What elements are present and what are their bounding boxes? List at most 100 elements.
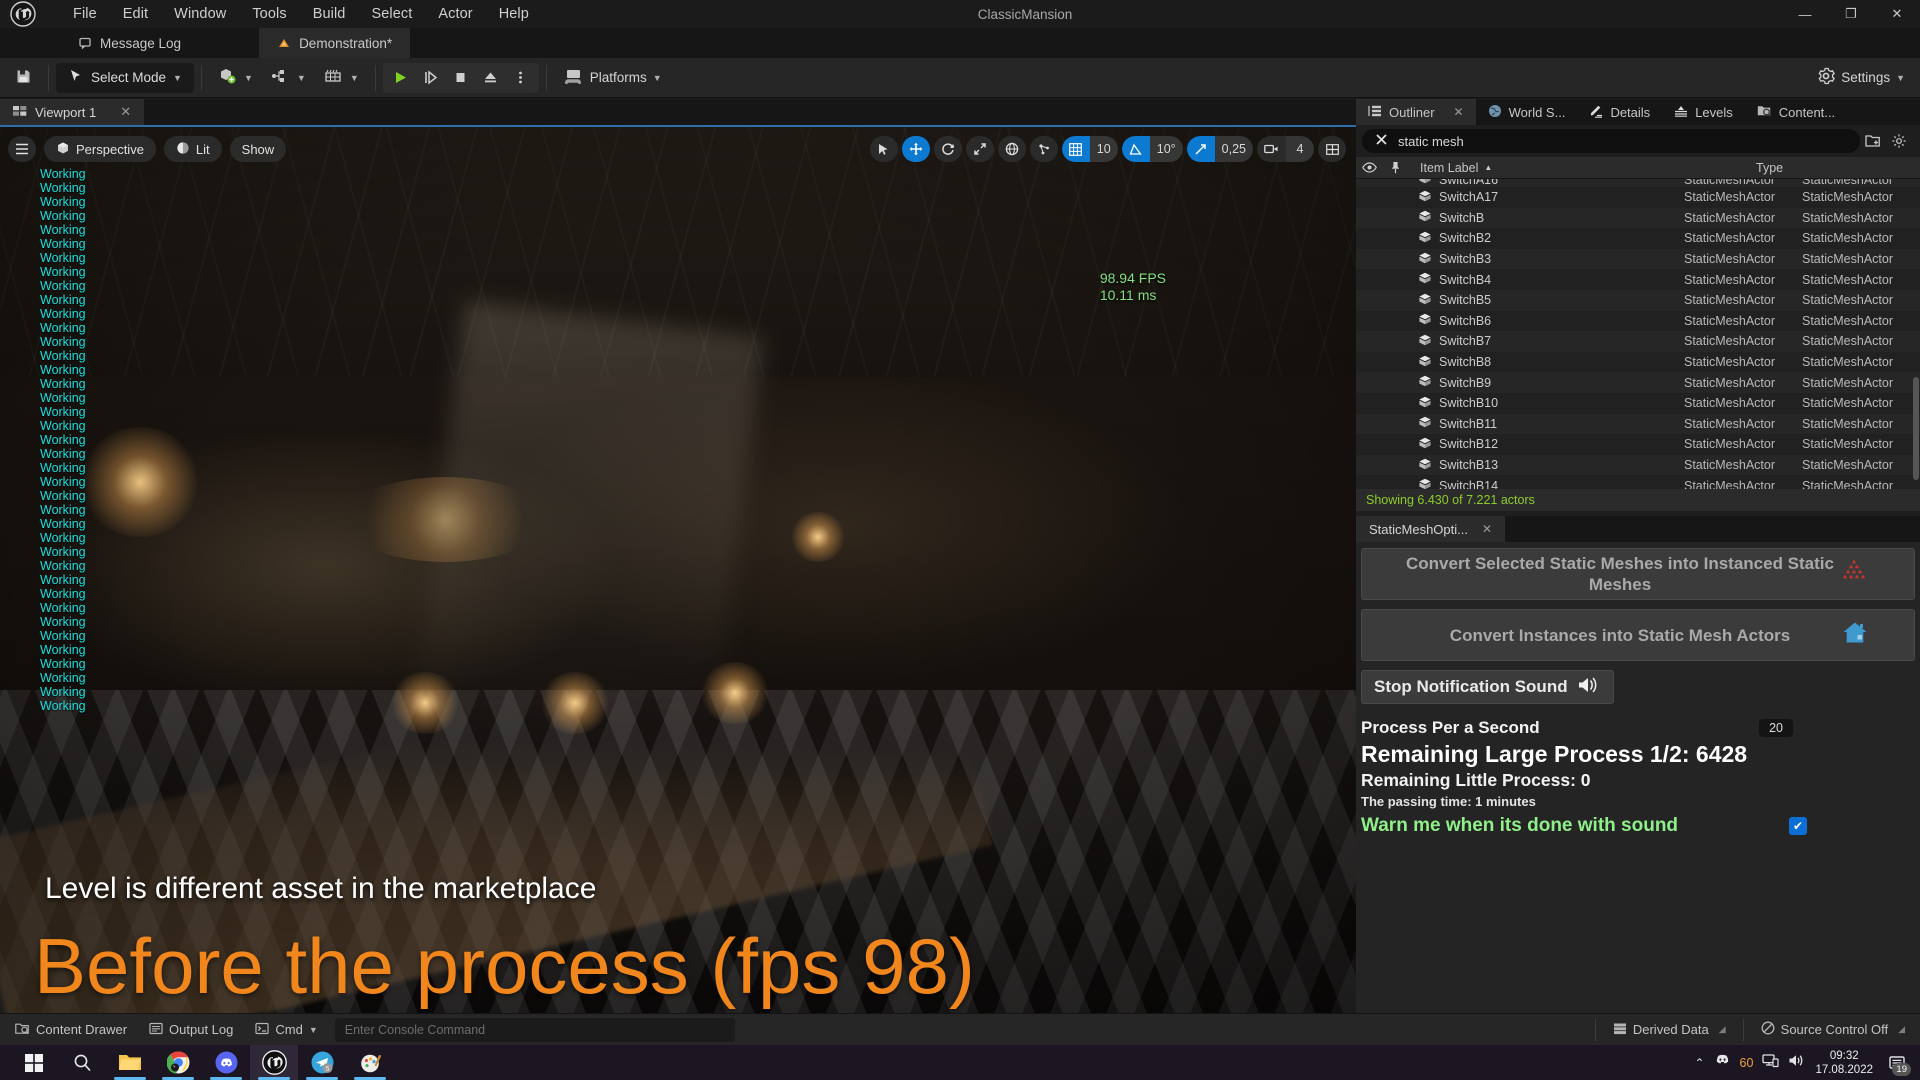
rotate-tool-button[interactable]: [934, 136, 962, 162]
process-per-second-value[interactable]: 20: [1759, 719, 1793, 737]
rotation-snap-value[interactable]: 10°: [1150, 136, 1183, 162]
table-row[interactable]: SwitchB8StaticMeshActorStaticMeshActor: [1356, 352, 1920, 373]
column-type[interactable]: Type: [1752, 161, 1920, 175]
tab-static-mesh-optimizer[interactable]: StaticMeshOpti... ✕: [1356, 516, 1505, 542]
scale-tool-button[interactable]: [966, 136, 994, 162]
close-button[interactable]: ✕: [1874, 0, 1920, 28]
maximize-button[interactable]: ❐: [1828, 0, 1874, 28]
table-row[interactable]: SwitchB11StaticMeshActorStaticMeshActor: [1356, 414, 1920, 435]
search-input[interactable]: static mesh: [1362, 129, 1860, 153]
tray-discord-icon[interactable]: [1714, 1053, 1731, 1072]
minimize-button[interactable]: —: [1782, 0, 1828, 28]
more-options-button[interactable]: [507, 65, 535, 91]
table-row[interactable]: SwitchB10StaticMeshActorStaticMeshActor: [1356, 393, 1920, 414]
play-button[interactable]: [387, 65, 415, 91]
add-actor-button[interactable]: ▼: [209, 63, 262, 93]
save-button[interactable]: [6, 63, 41, 93]
menu-select[interactable]: Select: [358, 3, 425, 25]
settings-button[interactable]: Settings ▼: [1808, 63, 1914, 93]
tab-levels[interactable]: Levels: [1662, 99, 1745, 125]
camera-mode-button[interactable]: Perspective: [44, 136, 156, 162]
menu-actor[interactable]: Actor: [425, 3, 485, 25]
table-row[interactable]: SwitchB9StaticMeshActorStaticMeshActor: [1356, 372, 1920, 393]
warn-sound-checkbox[interactable]: ✔: [1789, 817, 1807, 835]
table-row[interactable]: SwitchB4StaticMeshActorStaticMeshActor: [1356, 269, 1920, 290]
viewport-3d[interactable]: Perspective Lit Show: [0, 125, 1356, 1020]
table-row[interactable]: SwitchBStaticMeshActorStaticMeshActor: [1356, 208, 1920, 229]
pin-icon[interactable]: [1382, 161, 1408, 174]
convert-to-instanced-button[interactable]: Convert Selected Static Meshes into Inst…: [1361, 548, 1915, 600]
derived-data-button[interactable]: Derived Data ◢: [1602, 1017, 1737, 1043]
menu-edit[interactable]: Edit: [110, 3, 161, 25]
camera-speed-icon[interactable]: [1257, 136, 1286, 162]
console-command-input[interactable]: Enter Console Command: [335, 1018, 735, 1042]
tab-message-log[interactable]: Message Log: [60, 28, 199, 58]
menu-file[interactable]: File: [60, 3, 110, 25]
blueprints-button[interactable]: ▼: [262, 63, 315, 93]
world-coords-button[interactable]: [998, 136, 1026, 162]
file-explorer-button[interactable]: [106, 1045, 154, 1080]
outliner-scrollbar[interactable]: [1913, 179, 1919, 489]
close-icon[interactable]: ✕: [1482, 522, 1492, 536]
table-row[interactable]: SwitchB6StaticMeshActorStaticMeshActor: [1356, 311, 1920, 332]
rotation-snap-toggle[interactable]: [1122, 136, 1150, 162]
volume-icon[interactable]: [1788, 1053, 1806, 1073]
platforms-button[interactable]: Platforms ▼: [554, 63, 671, 93]
show-flags-button[interactable]: Show: [230, 136, 287, 162]
table-row[interactable]: SwitchB14StaticMeshActorStaticMeshActor: [1356, 475, 1920, 489]
tab-content-browser[interactable]: Content...: [1745, 99, 1847, 125]
column-item-label[interactable]: Item Label ▲: [1408, 161, 1752, 175]
table-row[interactable]: SwitchB3StaticMeshActorStaticMeshActor: [1356, 249, 1920, 270]
source-control-button[interactable]: Source Control Off ◢: [1750, 1017, 1916, 1043]
lighting-mode-button[interactable]: Lit: [164, 136, 222, 162]
tab-demonstration[interactable]: Demonstration*: [259, 28, 410, 58]
close-icon[interactable]: ✕: [120, 104, 131, 120]
convert-to-actors-button[interactable]: Convert Instances into Static Mesh Actor…: [1361, 609, 1915, 661]
new-folder-button[interactable]: [1860, 129, 1886, 153]
table-row[interactable]: SwitchA16StaticMeshActorStaticMeshActor: [1356, 179, 1920, 187]
menu-help[interactable]: Help: [486, 3, 542, 25]
table-row[interactable]: SwitchB2StaticMeshActorStaticMeshActor: [1356, 228, 1920, 249]
chevron-up-icon[interactable]: ⌃: [1694, 1056, 1704, 1070]
cinematics-button[interactable]: ▼: [315, 63, 368, 93]
camera-speed-value[interactable]: 4: [1286, 136, 1314, 162]
telegram-button[interactable]: 5: [298, 1045, 346, 1080]
move-tool-button[interactable]: [902, 136, 930, 162]
chrome-button[interactable]: [154, 1045, 202, 1080]
start-button[interactable]: [10, 1045, 58, 1080]
outliner-list[interactable]: SwitchA16StaticMeshActorStaticMeshActorS…: [1356, 179, 1920, 489]
stop-notification-sound-button[interactable]: Stop Notification Sound: [1361, 670, 1614, 704]
outliner-settings-button[interactable]: [1886, 129, 1912, 153]
menu-tools[interactable]: Tools: [239, 3, 299, 25]
table-row[interactable]: SwitchB12StaticMeshActorStaticMeshActor: [1356, 434, 1920, 455]
network-icon[interactable]: [1762, 1053, 1779, 1073]
table-row[interactable]: SwitchB13StaticMeshActorStaticMeshActor: [1356, 455, 1920, 476]
paint-button[interactable]: [346, 1045, 394, 1080]
clear-icon[interactable]: [1375, 133, 1388, 149]
unreal-engine-button[interactable]: [250, 1045, 298, 1080]
menu-window[interactable]: Window: [161, 3, 239, 25]
skip-button[interactable]: [417, 65, 445, 91]
table-row[interactable]: SwitchB7StaticMeshActorStaticMeshActor: [1356, 331, 1920, 352]
viewport-layout-button[interactable]: [1318, 136, 1346, 162]
taskbar-clock[interactable]: 09:32 17.08.2022: [1815, 1049, 1873, 1077]
output-log-button[interactable]: Output Log: [138, 1017, 244, 1043]
scale-snap-value[interactable]: 0,25: [1215, 136, 1253, 162]
menu-build[interactable]: Build: [300, 3, 359, 25]
content-drawer-button[interactable]: Content Drawer: [4, 1017, 138, 1043]
select-mode-dropdown[interactable]: Select Mode ▼: [56, 63, 194, 93]
cmd-dropdown[interactable]: Cmd ▼: [244, 1017, 328, 1043]
tab-world-settings[interactable]: World S...: [1476, 99, 1578, 125]
grid-snap-value[interactable]: 10: [1090, 136, 1118, 162]
viewport-menu-button[interactable]: [8, 136, 36, 162]
eject-button[interactable]: [477, 65, 505, 91]
table-row[interactable]: SwitchA17StaticMeshActorStaticMeshActor: [1356, 187, 1920, 208]
tab-outliner[interactable]: Outliner ✕: [1356, 99, 1476, 125]
notifications-button[interactable]: 19: [1882, 1045, 1912, 1080]
surface-snap-button[interactable]: [1030, 136, 1058, 162]
select-tool-button[interactable]: [870, 136, 898, 162]
discord-button[interactable]: [202, 1045, 250, 1080]
unreal-engine-logo[interactable]: [0, 0, 46, 28]
search-button[interactable]: [58, 1045, 106, 1080]
fps-counter-tray[interactable]: 60: [1740, 1056, 1754, 1070]
